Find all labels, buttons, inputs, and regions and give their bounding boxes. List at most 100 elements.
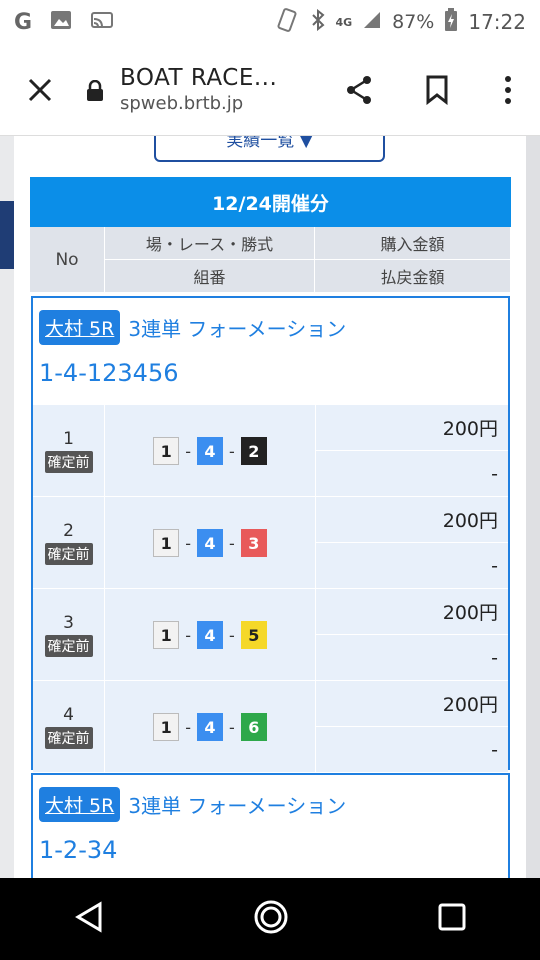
purchase-amount: 200円 [316,405,508,451]
date-header: 12/24開催分 [30,177,511,227]
table-row: 1 確定前 1-4-2 200円 - [33,404,508,497]
bookmark-icon [426,75,448,105]
amount-cell: 200円 - [316,497,508,589]
boat-number: 1 [153,437,180,465]
battery-charging-icon [444,7,458,37]
home-icon [254,900,288,934]
col-combo: 組番 [105,260,315,293]
browser-url-bar: BOAT RACE... spweb.brtb.jp [0,44,540,136]
boat-number: 1 [153,621,180,649]
more-vert-icon [505,75,511,104]
row-no-cell: 2 確定前 [33,497,105,589]
col-no: No [30,227,105,293]
results-modal: 実績一覧 ▼ 12/24開催分 No 場・レース・勝式 購入金額 組番 払戻金額… [14,136,526,878]
bet-type: 3連単 フォーメーション [128,317,347,341]
recents-icon [438,903,466,931]
signal-icon [362,10,382,35]
bookmark-button[interactable] [398,44,476,136]
purchase-amount: 200円 [316,681,508,727]
system-nav-bar [0,878,540,960]
recents-button[interactable] [438,903,466,935]
page-title: BOAT RACE... [120,65,278,91]
boat-number: 2 [240,437,267,465]
payout-amount: - [491,739,498,761]
share-icon [347,75,371,104]
close-button[interactable] [0,44,80,136]
combo-summary: 1-2-34 [39,836,118,864]
page-domain: spweb.brtb.jp [120,93,244,114]
combo-separator: - [185,441,191,461]
table-row: 4 確定前 1-4-6 200円 - [33,680,508,773]
row-number: 4 [63,705,74,725]
back-icon [75,901,102,933]
clock: 17:22 [468,10,526,34]
image-icon [50,10,72,34]
more-menu-button[interactable] [476,44,540,136]
status-badge: 確定前 [44,635,93,657]
amount-cell: 200円 - [316,589,508,681]
results-list-label: 実績一覧 ▼ [226,136,313,151]
nfc-icon [275,7,301,37]
google-icon: G [14,9,33,35]
combo-summary: 1-4-123456 [39,359,179,387]
payout-amount: - [491,647,498,669]
combo-cell: 1-4-5 [105,589,316,681]
combo-cell: 1-4-3 [105,497,316,589]
combo-separator: - [185,625,191,645]
purchase-amount: 200円 [316,589,508,635]
bet-type: 3連単 フォーメーション [128,794,347,818]
lock-icon [80,79,110,102]
combo-cell: 1-4-6 [105,681,316,773]
url-text[interactable]: BOAT RACE... spweb.brtb.jp [110,65,320,114]
back-button[interactable] [74,901,104,937]
amount-cell: 200円 - [316,405,508,497]
amount-cell: 200円 - [316,681,508,773]
venue-link[interactable]: 大村 5R [39,310,121,345]
boat-number: 3 [240,529,267,557]
home-button[interactable] [253,899,289,939]
combo-separator: - [229,625,235,645]
row-number: 2 [63,521,74,541]
status-badge: 確定前 [44,543,93,565]
close-icon [28,78,52,101]
combo-separator: - [185,717,191,737]
boat-number: 4 [197,713,223,741]
results-list-button[interactable]: 実績一覧 ▼ [154,136,385,162]
payout-amount: - [491,463,498,485]
boat-number: 6 [240,713,267,741]
bet-card: 大村 5R 3連単 フォーメーション 1-2-34 [31,773,510,878]
combo-cell: 1-4-2 [105,405,316,497]
boat-number: 1 [153,529,180,557]
boat-number: 1 [153,713,180,741]
table-row: 2 確定前 1-4-3 200円 - [33,496,508,589]
bet-rows: 1 確定前 1-4-2 200円 -2 確定前 1-4-3 200円 -3 確定前 1-4-5 200… [33,404,508,773]
boat-number: 4 [197,437,223,465]
col-race: 場・レース・勝式 [105,227,315,260]
payout-amount: - [491,555,498,577]
status-badge: 確定前 [44,451,93,473]
col-payout: 払戻金額 [315,260,511,293]
row-number: 1 [63,429,74,449]
combo-separator: - [229,441,235,461]
bluetooth-icon [311,8,325,36]
bet-card: 大村 5R 3連単 フォーメーション 1-4-123456 1 確定前 1-4-2 2… [31,296,510,773]
status-bar: G 4G 87% 17:22 [0,0,540,44]
purchase-amount: 200円 [316,497,508,543]
row-number: 3 [63,613,74,633]
row-no-cell: 3 確定前 [33,589,105,681]
battery-percent: 87% [392,11,435,33]
status-badge: 確定前 [44,727,93,749]
combo-separator: - [229,717,235,737]
col-purchase: 購入金額 [315,227,511,260]
row-no-cell: 4 確定前 [33,681,105,773]
boat-number: 4 [197,621,223,649]
cast-icon [90,9,114,35]
venue-link[interactable]: 大村 5R [39,787,121,822]
table-row: 3 確定前 1-4-5 200円 - [33,588,508,681]
column-header: No 場・レース・勝式 購入金額 組番 払戻金額 [30,227,511,293]
share-button[interactable] [320,44,398,136]
network-label: 4G [335,15,353,29]
combo-separator: - [229,533,235,553]
boat-number: 5 [240,621,267,649]
row-no-cell: 1 確定前 [33,405,105,497]
